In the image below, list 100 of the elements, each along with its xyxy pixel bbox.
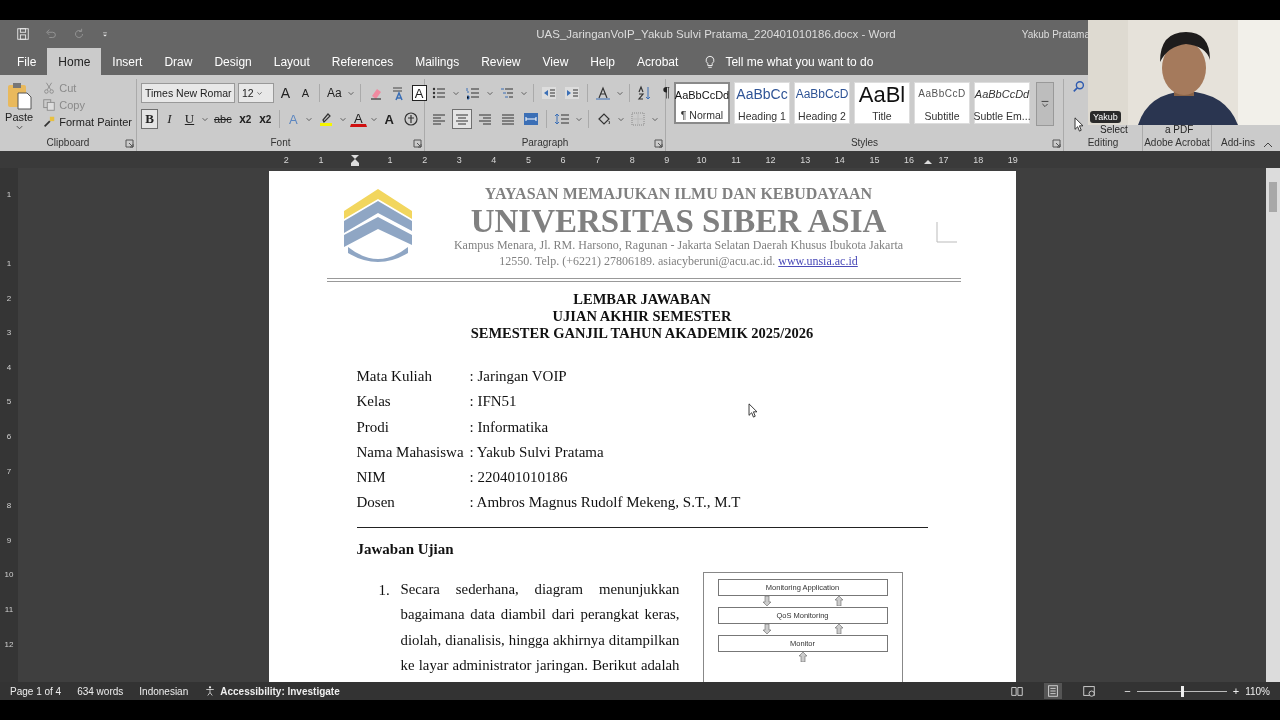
ribbon-tab[interactable]: Layout: [262, 48, 321, 75]
text-direction-icon[interactable]: [595, 85, 611, 101]
caret-icon: [616, 89, 624, 97]
ribbon-tab[interactable]: Home: [47, 48, 102, 75]
word-count[interactable]: 634 words: [77, 685, 124, 697]
numbering-icon[interactable]: [465, 85, 481, 101]
ribbon-tab[interactable]: Draw: [153, 48, 204, 75]
field-value: : Jaringan VOIP: [469, 367, 568, 386]
address-text: Kampus Menara, Jl. RM. Harsono, Ragunan - Jakarta Selatan Daerah Khusus Ibukota Jakarta: [452, 237, 905, 253]
style-option[interactable]: AaBbCcDd ¶ Normal: [674, 82, 730, 124]
align-left-icon[interactable]: [431, 111, 447, 127]
scissors-icon: [42, 81, 57, 95]
lightbulb-icon[interactable]: [703, 53, 718, 70]
page-count[interactable]: Page 1 of 4: [10, 685, 62, 697]
mouse-pointer-icon: [1074, 117, 1084, 132]
align-center-icon[interactable]: [454, 111, 470, 127]
character-shading-button[interactable]: A: [380, 109, 398, 129]
strikethrough-button[interactable]: abc: [212, 109, 234, 129]
change-case-button[interactable]: Aa: [325, 83, 344, 103]
bold-button[interactable]: B: [141, 109, 158, 129]
more-styles-icon: [1039, 98, 1051, 110]
website-link[interactable]: www.unsia.ac.id: [778, 254, 858, 268]
align-right-icon[interactable]: [477, 111, 493, 127]
up-arrow-icon: [834, 623, 843, 634]
caret-icon: [486, 89, 494, 97]
dialog-launcher-icon[interactable]: [654, 139, 663, 148]
field-value: : Yakub Sulvi Pratama: [469, 442, 605, 462]
indent-marker-icon[interactable]: [350, 153, 361, 166]
ruler-number: 2: [282, 154, 290, 165]
style-option[interactable]: AaBl Title: [854, 82, 910, 124]
field-value: : 220401010186: [469, 468, 569, 488]
decrease-indent-icon[interactable]: [541, 85, 557, 101]
caret-icon: [255, 90, 263, 96]
style-option[interactable]: AaBbCcD Subtitle: [914, 82, 970, 124]
ruler-number: 8: [628, 154, 636, 165]
ribbon-tab[interactable]: Design: [203, 48, 263, 75]
ruler-number: 1: [5, 188, 13, 201]
ruler-number: 13: [799, 154, 812, 165]
ribbon-tab[interactable]: File: [6, 48, 48, 75]
group-label: Styles: [850, 137, 879, 148]
style-option[interactable]: AaBbCcDd Subtle Em...: [974, 82, 1030, 124]
grow-font-button[interactable]: A: [277, 83, 294, 103]
view-button[interactable]: [1044, 683, 1063, 699]
save-icon[interactable]: [16, 27, 30, 41]
field-label: Kelas: [356, 392, 392, 412]
show-marks-button[interactable]: ¶: [658, 83, 675, 103]
character-border-button[interactable]: A: [411, 85, 427, 101]
contact-text: 12550. Telp. (+6221) 27806189. asiacyberuni@acu.ac.id.: [499, 254, 776, 268]
tell-me-search[interactable]: Tell me what you want to do: [725, 54, 874, 69]
ribbon-tab[interactable]: Review: [470, 48, 532, 75]
bullets-icon[interactable]: [431, 85, 447, 101]
brush-icon: [42, 115, 57, 129]
ribbon-tab[interactable]: Mailings: [404, 48, 471, 75]
dialog-launcher-icon[interactable]: [1052, 139, 1061, 148]
ruler-number: 4: [490, 154, 498, 165]
ruler-number: 10: [3, 569, 15, 582]
heading-text: UJIAN AKHIR SEMESTER: [551, 308, 733, 325]
ruler-number: 12: [764, 154, 777, 165]
sort-icon[interactable]: [637, 85, 653, 101]
font-name-field[interactable]: Times New Romar: [141, 83, 235, 103]
ribbon-tab[interactable]: View: [531, 48, 580, 75]
distributed-icon[interactable]: [523, 111, 539, 127]
justify-icon[interactable]: [500, 111, 516, 127]
vertical-scrollbar[interactable]: [1266, 168, 1280, 682]
accessibility-status[interactable]: Accessibility: Investigate: [220, 685, 340, 697]
ribbon-tab[interactable]: References: [320, 48, 405, 75]
font-color-button[interactable]: A: [349, 111, 367, 127]
zoom-level[interactable]: 110%: [1245, 685, 1270, 697]
zoom-out-button[interactable]: −: [1124, 685, 1131, 697]
paint-bucket-icon[interactable]: [596, 111, 612, 127]
ruler-number: 16: [902, 154, 915, 165]
style-option[interactable]: AaBbCcD Heading 2: [794, 82, 850, 124]
increase-indent-icon[interactable]: [564, 85, 580, 101]
paste-button[interactable]: Paste: [4, 81, 35, 137]
ruler-number: 12: [3, 638, 15, 651]
accessibility-icon[interactable]: [204, 685, 217, 697]
field-label: Mata Kuliah: [356, 367, 433, 386]
style-option[interactable]: AaBbCc Heading 1: [734, 82, 790, 124]
ribbon-tab[interactable]: Acrobat: [626, 48, 690, 75]
caret-icon: [617, 115, 625, 123]
search-icon[interactable]: [1072, 80, 1086, 94]
highlighter-icon[interactable]: [317, 111, 334, 127]
italic-button[interactable]: I: [161, 109, 178, 129]
multilevel-list-icon[interactable]: [499, 85, 515, 101]
ribbon-tab[interactable]: Insert: [101, 48, 154, 75]
dialog-launcher-icon[interactable]: [125, 139, 134, 148]
painter-button[interactable]: Format Painter: [42, 115, 132, 129]
mouse-pointer-icon: [748, 403, 758, 418]
line-spacing-icon[interactable]: [554, 111, 570, 127]
zoom-in-button[interactable]: +: [1232, 685, 1240, 697]
field-value: : Ambros Magnus Rudolf Mekeng, S.T., M.T: [469, 493, 741, 513]
underline-button[interactable]: U: [181, 109, 198, 129]
enclosed-character-icon[interactable]: [402, 111, 419, 127]
font-size-field[interactable]: 12: [238, 83, 274, 103]
ruler-number: 1: [317, 154, 325, 165]
shrink-font-button[interactable]: A: [297, 83, 314, 103]
ribbon-tab[interactable]: Help: [579, 48, 626, 75]
dialog-launcher-icon[interactable]: [413, 139, 422, 148]
create-pdf-button[interactable]: a PDF: [1147, 125, 1194, 135]
language-label[interactable]: Indonesian: [139, 685, 189, 697]
